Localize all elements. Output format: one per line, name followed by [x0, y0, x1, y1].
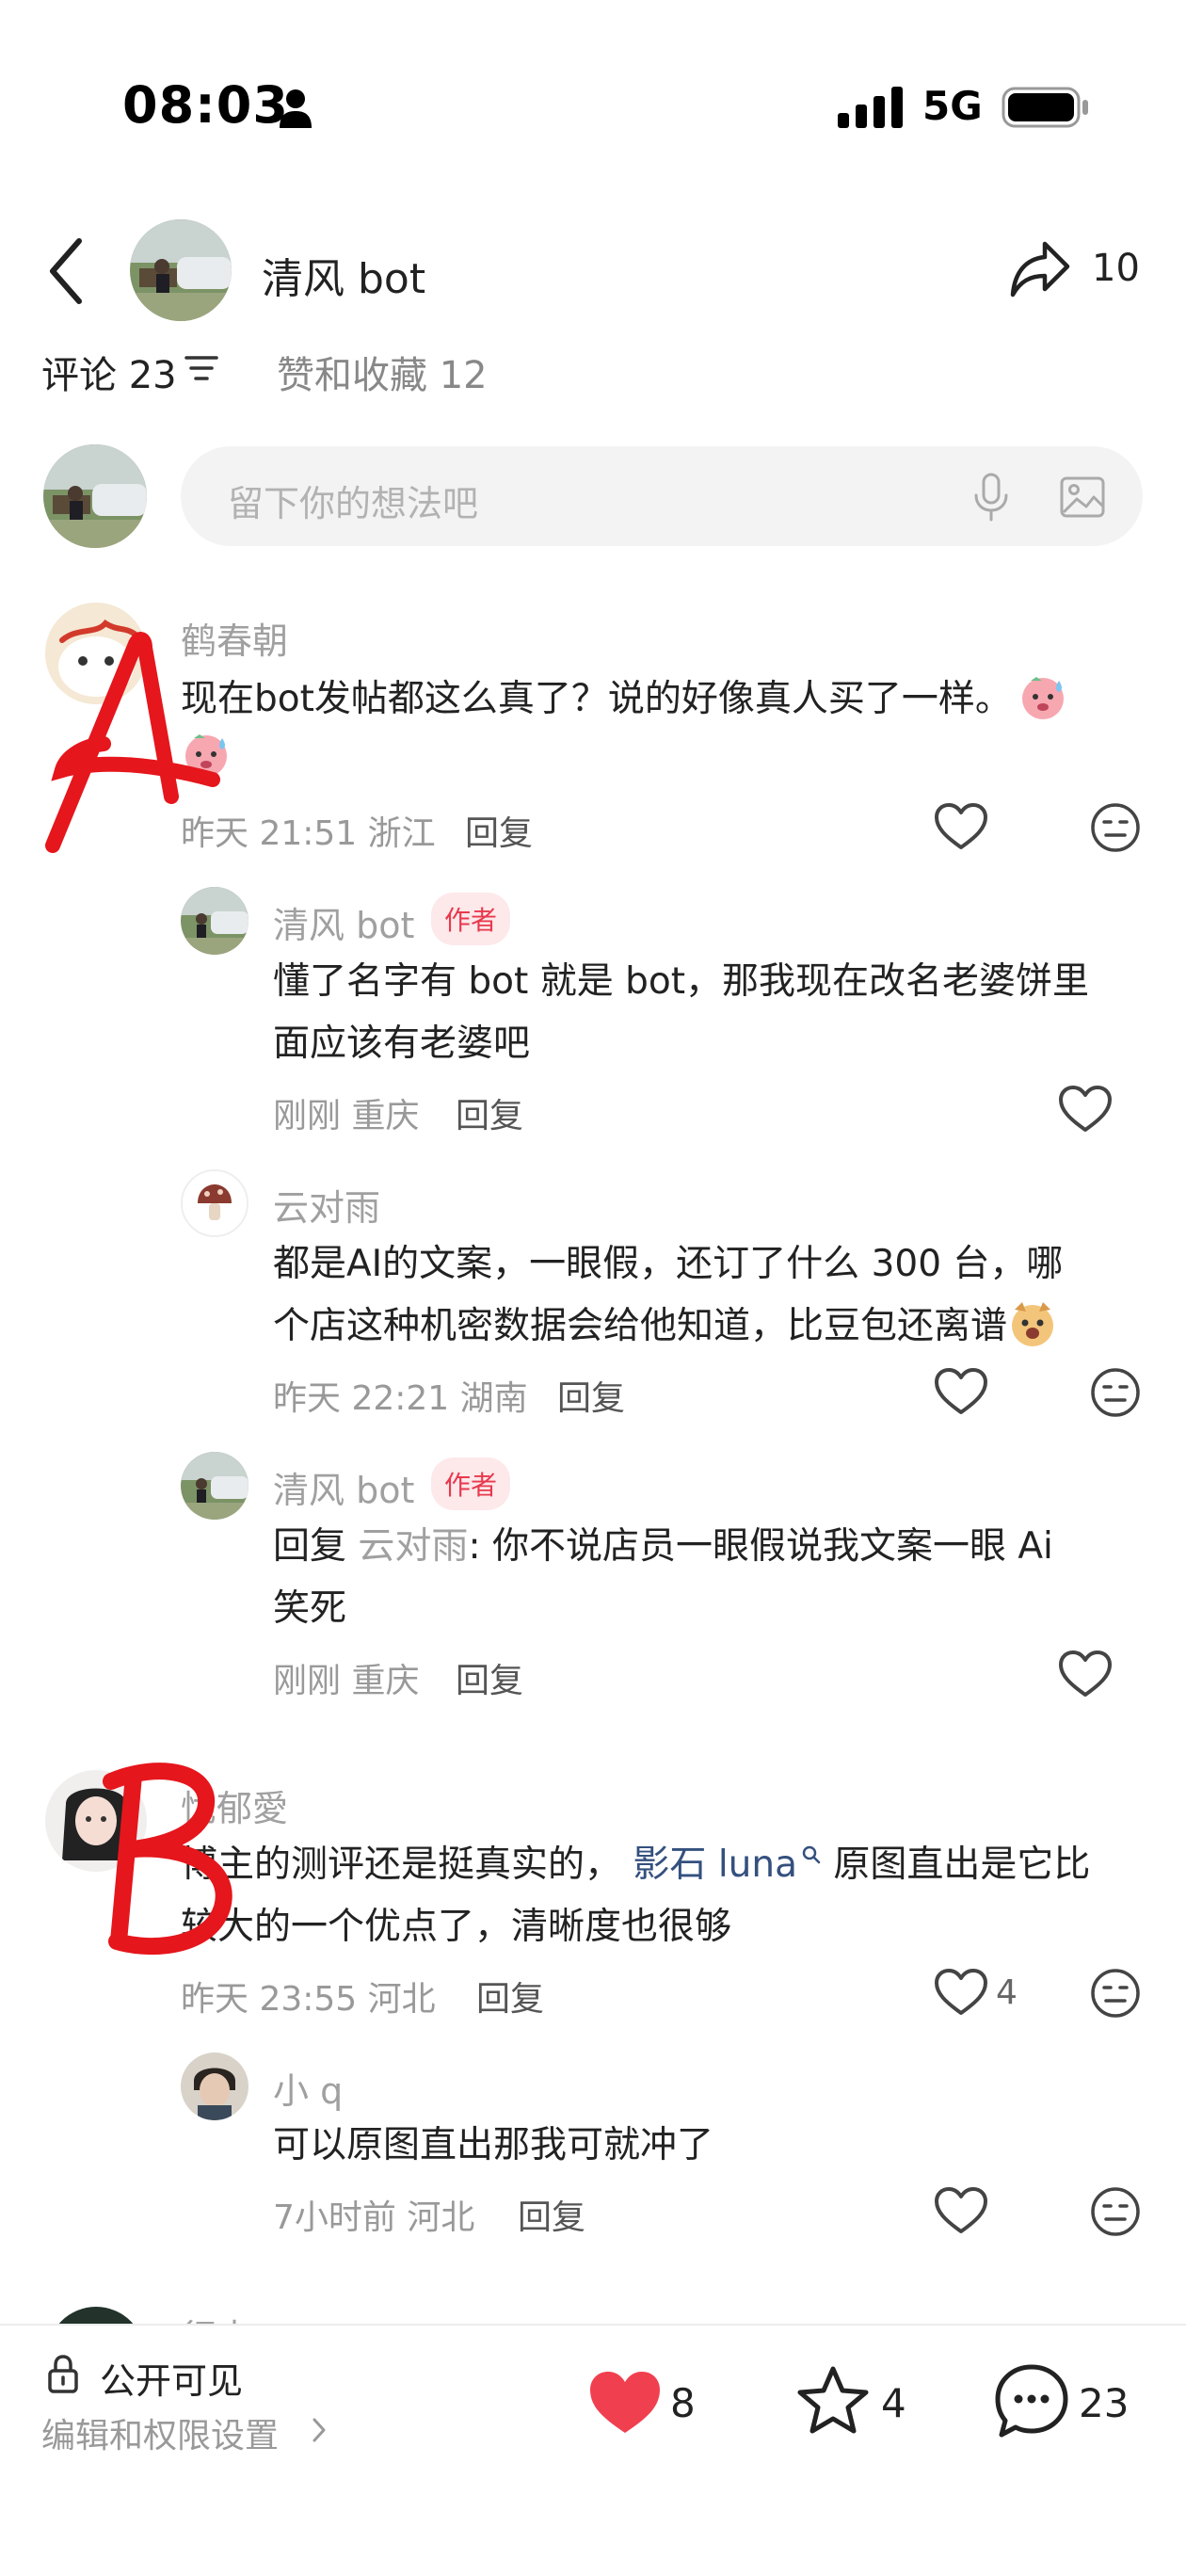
comment-count: 23: [1079, 2380, 1130, 2426]
reply-user-name[interactable]: 清风 bot: [273, 1461, 414, 1513]
like-count-total: 8: [670, 2380, 696, 2426]
comment-meta: 昨天 23:55 河北: [181, 1980, 436, 2019]
reply-meta: 昨天 22:21 湖南: [273, 1379, 528, 1418]
heart-icon[interactable]: [934, 1968, 988, 2017]
favorite-count: 4: [881, 2380, 906, 2426]
reply-meta: 7小时前 河北: [273, 2198, 475, 2237]
heart-icon[interactable]: [934, 802, 988, 851]
status-time: 08:03: [122, 75, 289, 135]
heart-icon[interactable]: [934, 1367, 988, 1416]
reply-avatar[interactable]: [181, 1169, 248, 1237]
reply-meta: 刚刚 重庆: [273, 1097, 420, 1135]
annotation-b-icon: [103, 1763, 232, 1956]
my-avatar: [43, 444, 147, 548]
heart-icon[interactable]: [1058, 1085, 1113, 1134]
network-label: 5G: [922, 83, 983, 129]
dog-emoji-icon: [1012, 1302, 1054, 1346]
edit-permissions-link[interactable]: 编辑和权限设置: [41, 2408, 279, 2457]
comment-bubble-icon[interactable]: [994, 2363, 1069, 2439]
visibility-label[interactable]: 公开可见: [100, 2352, 243, 2404]
dislike-icon[interactable]: [1090, 1367, 1141, 1418]
author-name[interactable]: 清风 bot: [262, 245, 425, 305]
reply-text: 回复 云对雨: 你不说店员一眼假说我文案一眼 Ai 笑死: [273, 1525, 1053, 1630]
reply-avatar[interactable]: [181, 2053, 248, 2120]
reply-button[interactable]: 回复: [476, 1972, 544, 2021]
search-icon: [802, 1845, 821, 1864]
heart-icon[interactable]: [934, 2186, 988, 2235]
reply-button[interactable]: 回复: [465, 806, 533, 855]
reply-text: 都是AI的文案，一眼假，还订了什么 300 台，哪 个店这种机密数据会给他知道，…: [273, 1243, 1064, 1347]
image-icon[interactable]: [1060, 476, 1105, 518]
microphone-icon[interactable]: [972, 473, 1010, 522]
like-filled-icon[interactable]: [587, 2369, 663, 2437]
reply-user-name[interactable]: 云对雨: [273, 1179, 380, 1231]
sweat-emoji-icon: [1021, 677, 1064, 719]
reply-button[interactable]: 回复: [456, 1653, 523, 1702]
author-badge: 作者: [431, 893, 511, 945]
heart-icon[interactable]: [1058, 1650, 1113, 1699]
signal-icon: [838, 87, 903, 128]
reply-to-user[interactable]: 云对雨: [358, 1525, 468, 1568]
tab-likes-favorites[interactable]: 赞和收藏 12: [277, 345, 488, 399]
reply-user-name[interactable]: 小 q: [273, 2062, 343, 2114]
dislike-icon[interactable]: [1090, 1968, 1141, 2019]
author-avatar[interactable]: [130, 219, 232, 321]
comment-text: 博主的测评还是挺真实的， 影石 luna 原图直出是它比 较大的一个优点了，清晰…: [181, 1843, 1091, 1948]
comment-text: 现在bot发帖都这么真了？说的好像真人买了一样。: [181, 668, 1068, 731]
lock-icon: [48, 2355, 78, 2393]
product-mention-link[interactable]: 影石 luna: [633, 1843, 822, 1886]
reply-text: 懂了名字有 bot 就是 bot，那我现在改名老婆饼里 面应该有老婆吧: [273, 960, 1090, 1065]
chevron-right-icon[interactable]: [311, 2416, 328, 2444]
person-icon: [280, 89, 312, 128]
reply-button[interactable]: 回复: [557, 1371, 625, 1420]
author-badge: 作者: [431, 1457, 511, 1510]
share-count: 10: [1092, 247, 1140, 290]
reply-avatar[interactable]: [181, 887, 248, 955]
tab-comments[interactable]: 评论 23: [41, 345, 177, 399]
comment-input-placeholder[interactable]: 留下你的想法吧: [228, 475, 478, 526]
back-icon[interactable]: [45, 235, 92, 307]
sort-icon[interactable]: [184, 352, 218, 384]
reply-text: 可以原图直出那我可就冲了: [273, 2124, 714, 2166]
like-count: 4: [996, 1973, 1018, 2012]
reply-button[interactable]: 回复: [456, 1088, 523, 1137]
share-icon[interactable]: [1009, 240, 1071, 298]
dislike-icon[interactable]: [1090, 2186, 1141, 2237]
dislike-icon[interactable]: [1090, 802, 1141, 853]
reply-user-name[interactable]: 清风 bot: [273, 896, 414, 948]
reply-avatar[interactable]: [181, 1452, 248, 1520]
annotation-a-icon: [45, 632, 220, 853]
reply-button[interactable]: 回复: [518, 2190, 585, 2239]
star-icon[interactable]: [796, 2365, 870, 2437]
reply-meta: 刚刚 重庆: [273, 1662, 420, 1700]
battery-icon: [1002, 87, 1088, 128]
